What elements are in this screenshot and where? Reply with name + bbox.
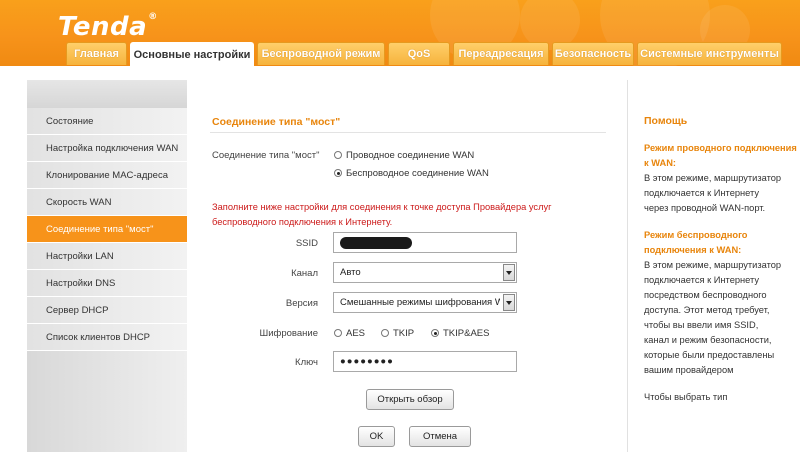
cancel-button[interactable]: Отмена xyxy=(409,426,471,447)
tab-wireless[interactable]: Беспроводной режим xyxy=(257,42,385,65)
ssid-label: SSID xyxy=(295,238,318,249)
help-text-wired: В этом режиме, маршрутизатор подключаетс… xyxy=(644,173,782,213)
radio-label: TKIP&AES xyxy=(443,328,490,339)
page-title: Соединение типа "мост" xyxy=(212,116,341,128)
tab-label: Переадресация xyxy=(458,48,544,60)
tab-label: Системные инструменты xyxy=(640,48,779,60)
encryption-label: Шифрование xyxy=(259,328,318,339)
help-heading-wired: Режим проводного подключения к WAN: xyxy=(644,143,797,168)
help-text-wireless: В этом режиме, маршрутизатор подключаетс… xyxy=(644,260,782,375)
tab-label: QoS xyxy=(407,48,431,60)
sidebar-item-dhcp-server[interactable]: Сервер DHCP xyxy=(27,297,187,324)
radio-tkip[interactable]: TKIP xyxy=(381,328,414,339)
radio-icon[interactable] xyxy=(334,151,342,159)
notice-text: Заполните ниже настройки для соединения … xyxy=(212,202,552,227)
ok-button[interactable]: OK xyxy=(358,426,395,447)
sidebar-item-dhcp-clients[interactable]: Список клиентов DHCP xyxy=(27,324,187,351)
sidebar-item-wan-speed[interactable]: Скорость WAN xyxy=(27,189,187,216)
version-label: Версия xyxy=(285,298,318,309)
tab-label: Основные настройки xyxy=(133,48,251,61)
tab-label: Безопасность xyxy=(554,48,632,60)
radio-icon[interactable] xyxy=(334,169,342,177)
ssid-input[interactable] xyxy=(333,232,517,253)
radio-tkip-aes[interactable]: TKIP&AES xyxy=(431,328,489,339)
tab-forwarding[interactable]: Переадресация xyxy=(453,42,549,65)
sidebar-item-dns[interactable]: Настройки DNS xyxy=(27,270,187,297)
sidebar-item-label: Скорость WAN xyxy=(46,196,112,208)
sidebar-item-label: Настройка подключения WAN xyxy=(46,142,179,154)
ssid-redaction xyxy=(340,237,412,249)
radio-aes[interactable]: AES xyxy=(334,328,365,339)
radio-label: AES xyxy=(346,328,366,339)
sidebar-item-label: Список клиентов DHCP xyxy=(46,331,151,343)
title-divider xyxy=(210,132,606,133)
help-heading-wireless: Режим беспроводного подключения к WAN: xyxy=(644,230,748,255)
version-value: Смешанные режимы шифрования WPA/WPA2 xyxy=(340,297,500,308)
version-select[interactable]: Смешанные режимы шифрования WPA/WPA2 xyxy=(333,292,517,313)
sidebar-item-label: Настройки LAN xyxy=(46,250,114,262)
chevron-down-icon[interactable] xyxy=(503,294,515,311)
tenda-logo: Tenda® xyxy=(58,12,158,42)
help-panel: Помощь Режим проводного подключения к WA… xyxy=(627,80,800,452)
sidebar-item-status[interactable]: Состояние xyxy=(27,108,187,135)
tab-qos[interactable]: QoS xyxy=(388,42,450,65)
sidebar-item-wan-setup[interactable]: Настройка подключения WAN xyxy=(27,135,187,162)
radio-wired-wan[interactable]: Проводное соединение WAN xyxy=(334,150,474,161)
tab-label: Беспроводной режим xyxy=(261,48,381,60)
channel-select[interactable]: Авто xyxy=(333,262,517,283)
sidebar-header xyxy=(27,80,187,108)
tab-security[interactable]: Безопасность xyxy=(552,42,634,65)
key-label: Ключ xyxy=(295,357,318,368)
radio-label: TKIP xyxy=(393,328,415,339)
channel-value: Авто xyxy=(340,267,361,278)
sidebar-item-label: Сервер DHCP xyxy=(46,304,109,316)
sidebar-item-label: Настройки DNS xyxy=(46,277,116,289)
open-scan-button[interactable]: Открыть обзор xyxy=(366,389,454,410)
radio-label: Проводное соединение WAN xyxy=(346,150,475,161)
radio-label: Беспроводное соединение WAN xyxy=(346,168,489,179)
main-panel: Соединение типа "мост" Соединение типа "… xyxy=(188,80,626,452)
sidebar-item-label: Клонирование MAC-адреса xyxy=(46,169,168,181)
sidebar-item-label: Состояние xyxy=(46,115,94,127)
tab-home[interactable]: Главная xyxy=(66,42,127,65)
sidebar-item-bridge[interactable]: Соединение типа "мост" xyxy=(27,216,187,243)
radio-wireless-wan[interactable]: Беспроводное соединение WAN xyxy=(334,168,489,179)
radio-icon[interactable] xyxy=(334,329,342,337)
channel-label: Канал xyxy=(291,268,318,279)
tab-label: Главная xyxy=(74,48,119,60)
sidebar: Состояние Настройка подключения WAN Клон… xyxy=(27,80,187,452)
tab-system-tools[interactable]: Системные инструменты xyxy=(637,42,782,65)
radio-icon[interactable] xyxy=(431,329,439,337)
top-nav: Главная Основные настройки Беспроводной … xyxy=(66,42,782,66)
tab-basic-settings[interactable]: Основные настройки xyxy=(130,42,254,66)
header-bar: Tenda® Главная Основные настройки Беспро… xyxy=(0,0,800,66)
help-title: Помощь xyxy=(644,115,688,127)
bridge-type-label: Соединение типа "мост" xyxy=(212,150,320,161)
radio-icon[interactable] xyxy=(381,329,389,337)
help-text-more: Чтобы выбрать тип xyxy=(644,392,728,402)
sidebar-item-label: Соединение типа "мост" xyxy=(46,223,154,235)
chevron-down-icon[interactable] xyxy=(503,264,515,281)
key-input[interactable]: ●●●●●●●● xyxy=(333,351,517,372)
sidebar-item-lan[interactable]: Настройки LAN xyxy=(27,243,187,270)
sidebar-item-mac-clone[interactable]: Клонирование MAC-адреса xyxy=(27,162,187,189)
